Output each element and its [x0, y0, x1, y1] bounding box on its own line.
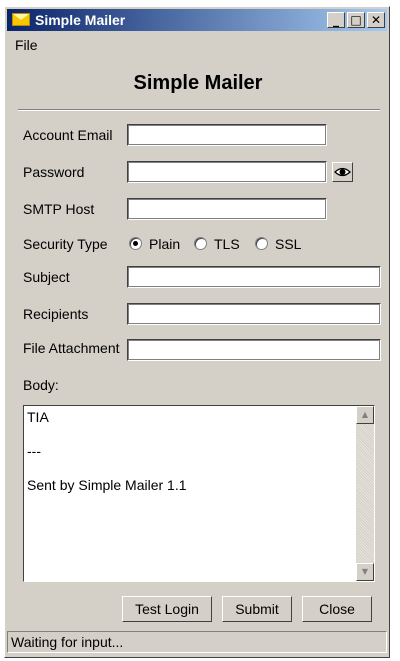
smtp-host-label: SMTP Host: [23, 201, 95, 217]
eye-icon: [334, 167, 351, 177]
mailer-window: Simple Mailer _ □ ✕ File Simple Mailer A…: [4, 6, 390, 658]
recipients-field[interactable]: [127, 303, 381, 325]
security-option-ssl-label: SSL: [275, 236, 302, 252]
body-textarea[interactable]: TIA --- Sent by Simple Mailer 1.1 ▲ ▼: [23, 405, 375, 582]
subject-field[interactable]: [127, 266, 381, 288]
minimize-button[interactable]: _: [327, 12, 345, 28]
recipients-label: Recipients: [23, 306, 89, 322]
envelope-icon: [12, 13, 30, 26]
password-field[interactable]: [127, 161, 327, 183]
body-line: ---: [27, 443, 41, 459]
file-attachment-label: File Attachment: [23, 340, 120, 356]
show-password-button[interactable]: [332, 162, 353, 182]
maximize-button[interactable]: □: [347, 12, 365, 28]
body-label: Body:: [23, 377, 59, 393]
title-bar[interactable]: Simple Mailer _ □ ✕: [7, 9, 387, 31]
security-radio-ssl[interactable]: [255, 237, 268, 250]
smtp-host-field[interactable]: [127, 198, 327, 220]
scroll-up-arrow-icon[interactable]: ▲: [356, 406, 374, 424]
body-line: TIA: [27, 409, 49, 425]
file-attachment-field[interactable]: [127, 339, 381, 361]
security-radio-plain[interactable]: [129, 237, 142, 250]
security-option-tls-label: TLS: [214, 236, 240, 252]
close-button[interactable]: Close: [302, 596, 372, 622]
body-scrollbar[interactable]: ▲ ▼: [356, 406, 374, 581]
close-window-button[interactable]: ✕: [367, 12, 385, 28]
divider: [18, 109, 380, 111]
security-option-plain-label: Plain: [149, 236, 181, 252]
status-bar: Waiting for input...: [7, 631, 387, 653]
test-login-button[interactable]: Test Login: [122, 596, 212, 622]
account-email-label: Account Email: [23, 127, 113, 143]
body-line: Sent by Simple Mailer 1.1: [27, 477, 187, 493]
menu-bar: File: [9, 35, 385, 55]
window-title: Simple Mailer: [35, 12, 126, 28]
menu-file[interactable]: File: [15, 37, 38, 53]
password-label: Password: [23, 164, 85, 180]
page-title: Simple Mailer: [133, 72, 263, 94]
scroll-down-arrow-icon[interactable]: ▼: [356, 563, 374, 581]
security-radio-tls[interactable]: [194, 237, 207, 250]
security-type-label: Security Type: [23, 236, 108, 252]
submit-button[interactable]: Submit: [222, 596, 292, 622]
subject-label: Subject: [23, 269, 70, 285]
account-email-field[interactable]: [127, 124, 327, 146]
